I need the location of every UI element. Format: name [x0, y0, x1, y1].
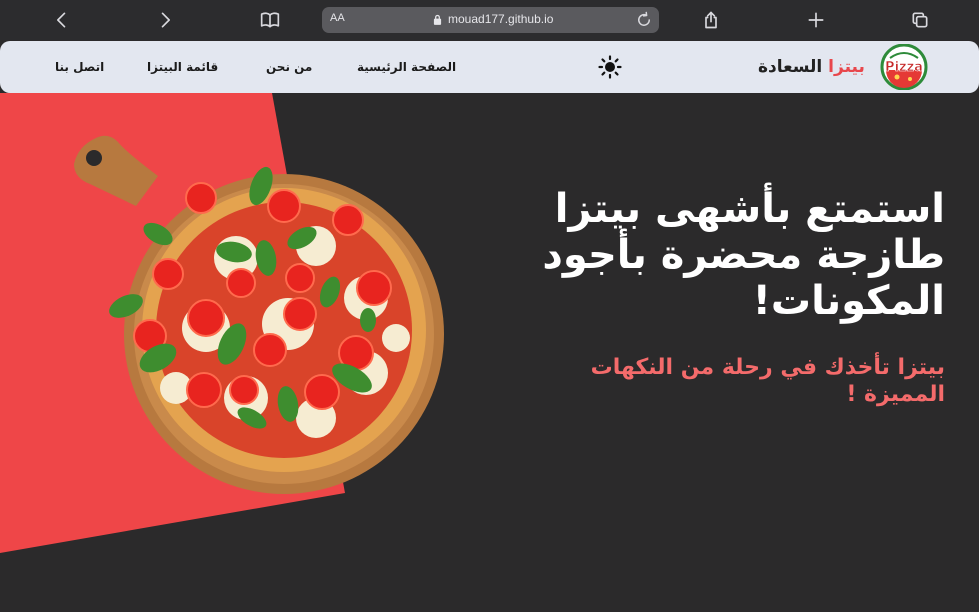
- forward-icon[interactable]: [153, 8, 177, 32]
- reload-icon[interactable]: [635, 11, 653, 29]
- hero-headline: استمتع بأشهى بيتزا طازجة محضرة بأجود الم…: [542, 186, 945, 324]
- hero-subline: بيتزا تأخذك في رحلة من النكهات المميزة !: [590, 355, 945, 407]
- brand-accent: بيتزا: [828, 57, 865, 77]
- lock-icon: [433, 14, 442, 25]
- pizza-logo[interactable]: Pizza: [880, 44, 928, 90]
- sun-icon[interactable]: [598, 55, 622, 79]
- nav-contact-link[interactable]: اتصل بنا: [55, 60, 104, 74]
- share-icon[interactable]: [699, 8, 723, 32]
- nav-menu-link[interactable]: قائمة البيتزا: [147, 60, 218, 74]
- reader-aa-button[interactable]: AA: [330, 12, 345, 24]
- url-text[interactable]: mouad177.github.io: [448, 12, 553, 26]
- logo-text: Pizza: [885, 60, 923, 75]
- plus-icon[interactable]: [804, 8, 828, 32]
- book-icon[interactable]: [258, 8, 282, 32]
- brand-name[interactable]: بيتزا السعادة: [758, 57, 865, 77]
- browser-toolbar: AA mouad177.github.io: [0, 0, 979, 40]
- nav-home-link[interactable]: الصفحة الرئيسية: [357, 60, 456, 74]
- tabs-icon[interactable]: [908, 8, 932, 32]
- address-bar[interactable]: AA mouad177.github.io: [322, 7, 659, 33]
- brand-title: السعادة: [758, 57, 823, 77]
- back-icon[interactable]: [50, 8, 74, 32]
- pizza-image: [74, 135, 444, 494]
- nav-about-link[interactable]: من نحن: [266, 60, 312, 74]
